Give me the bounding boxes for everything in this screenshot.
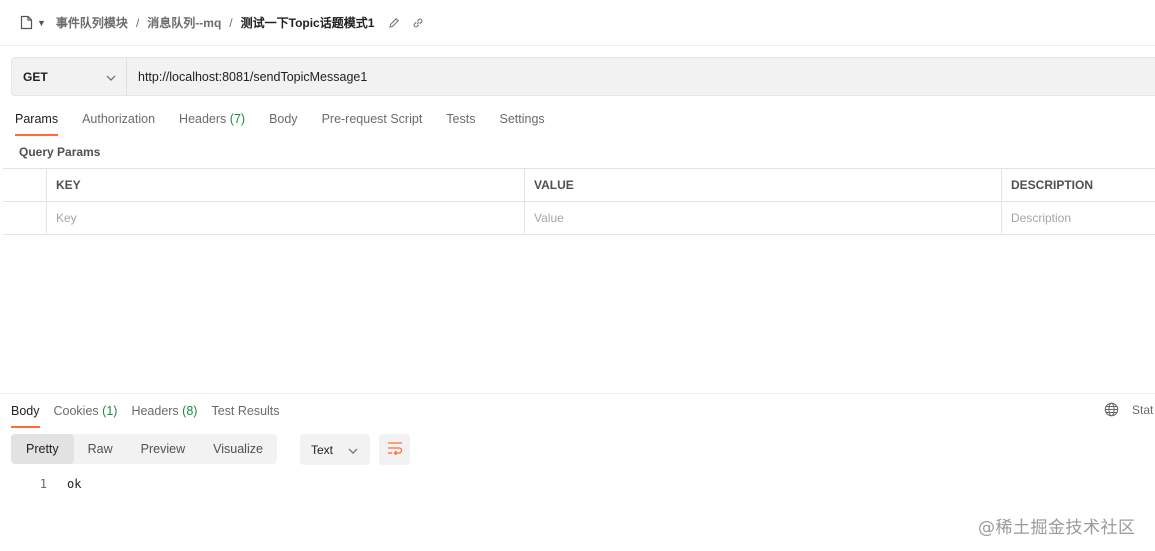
tab-label: Body: [269, 112, 298, 126]
format-select[interactable]: Text: [300, 434, 370, 465]
chevron-down-icon: [348, 443, 358, 457]
view-raw-button[interactable]: Raw: [74, 434, 127, 464]
wrap-lines-button[interactable]: [379, 434, 410, 465]
status-label: Stat: [1132, 403, 1154, 417]
response-line: ok: [67, 477, 82, 491]
column-header-value: VALUE: [525, 169, 1002, 201]
breadcrumb-separator: /: [229, 15, 233, 30]
tab-tests[interactable]: Tests: [446, 108, 475, 136]
view-visualize-button[interactable]: Visualize: [199, 434, 277, 464]
request-title[interactable]: 测试一下Topic话题模式1: [241, 14, 375, 31]
tab-params[interactable]: Params: [15, 108, 59, 136]
row-checkbox-cell: [3, 202, 47, 234]
response-body[interactable]: 1 ok: [0, 477, 82, 491]
link-icon[interactable]: [412, 17, 424, 29]
response-tabs: Body Cookies (1) Headers (8) Test Result…: [11, 400, 294, 428]
query-params-table: KEY VALUE DESCRIPTION Key Value Descript…: [3, 168, 1155, 235]
method-select[interactable]: GET: [12, 58, 127, 95]
tab-label: Authorization: [82, 112, 156, 126]
tab-label: Settings: [499, 112, 545, 126]
watermark: @稀土掘金技术社区: [978, 518, 1136, 538]
url-bar: GET: [11, 57, 1155, 96]
view-preview-button[interactable]: Preview: [127, 434, 199, 464]
column-header-description: DESCRIPTION: [1011, 178, 1094, 192]
response-tab-body[interactable]: Body: [11, 400, 40, 428]
tab-label: Headers: [131, 404, 179, 418]
value-input[interactable]: Value: [525, 202, 1002, 234]
query-params-title: Query Params: [19, 145, 101, 159]
chevron-down-icon: [106, 70, 116, 84]
tab-label: Body: [11, 404, 40, 418]
request-tabs: Params Authorization Headers (7) Body Pr…: [15, 108, 569, 138]
breadcrumb-item-folder[interactable]: 消息队列--mq: [147, 14, 221, 31]
response-tab-cookies[interactable]: Cookies (1): [54, 400, 118, 428]
globe-icon[interactable]: [1104, 402, 1119, 417]
pencil-icon[interactable]: [388, 17, 400, 29]
tab-label: Params: [15, 112, 59, 126]
tab-headers[interactable]: Headers (7): [179, 108, 245, 136]
request-file-icon[interactable]: [20, 15, 33, 30]
format-label: Text: [311, 442, 334, 457]
tab-body[interactable]: Body: [269, 108, 298, 136]
tab-label: Test Results: [211, 404, 280, 418]
response-divider[interactable]: [0, 393, 1155, 394]
view-mode-group: Pretty Raw Preview Visualize: [11, 434, 277, 464]
response-tab-test-results[interactable]: Test Results: [211, 400, 279, 428]
breadcrumb: ▼ 事件队列模块 / 消息队列--mq / 测试一下Topic话题模式1: [0, 0, 1155, 46]
wrap-lines-icon: [387, 441, 403, 458]
description-input[interactable]: Description: [1002, 202, 1155, 234]
tab-count: (1): [102, 404, 118, 418]
tab-label: Headers: [179, 112, 227, 126]
breadcrumb-item-collection[interactable]: 事件队列模块: [56, 14, 128, 31]
tab-authorization[interactable]: Authorization: [82, 108, 155, 136]
tab-count: (7): [229, 112, 246, 126]
postman-window: ▼ 事件队列模块 / 消息队列--mq / 测试一下Topic话题模式1 GET…: [0, 0, 1155, 551]
tab-pre-request-script[interactable]: Pre-request Script: [322, 108, 423, 136]
tab-label: Tests: [446, 112, 476, 126]
key-input[interactable]: Key: [47, 202, 525, 234]
tab-count: (8): [182, 404, 198, 418]
line-number: 1: [39, 477, 47, 491]
column-header-key: KEY: [47, 169, 525, 201]
url-input[interactable]: [127, 58, 1155, 95]
tab-settings[interactable]: Settings: [499, 108, 544, 136]
checkbox-column: [3, 169, 47, 201]
method-label: GET: [23, 69, 48, 84]
breadcrumb-separator: /: [135, 15, 140, 30]
caret-down-icon[interactable]: ▼: [37, 18, 46, 28]
tab-label: Cookies: [53, 404, 99, 418]
table-header-row: KEY VALUE DESCRIPTION: [3, 169, 1155, 202]
table-row: Key Value Description: [3, 202, 1155, 235]
tab-label: Pre-request Script: [321, 112, 423, 126]
response-tab-headers[interactable]: Headers (8): [131, 400, 197, 428]
view-pretty-button[interactable]: Pretty: [11, 434, 74, 464]
